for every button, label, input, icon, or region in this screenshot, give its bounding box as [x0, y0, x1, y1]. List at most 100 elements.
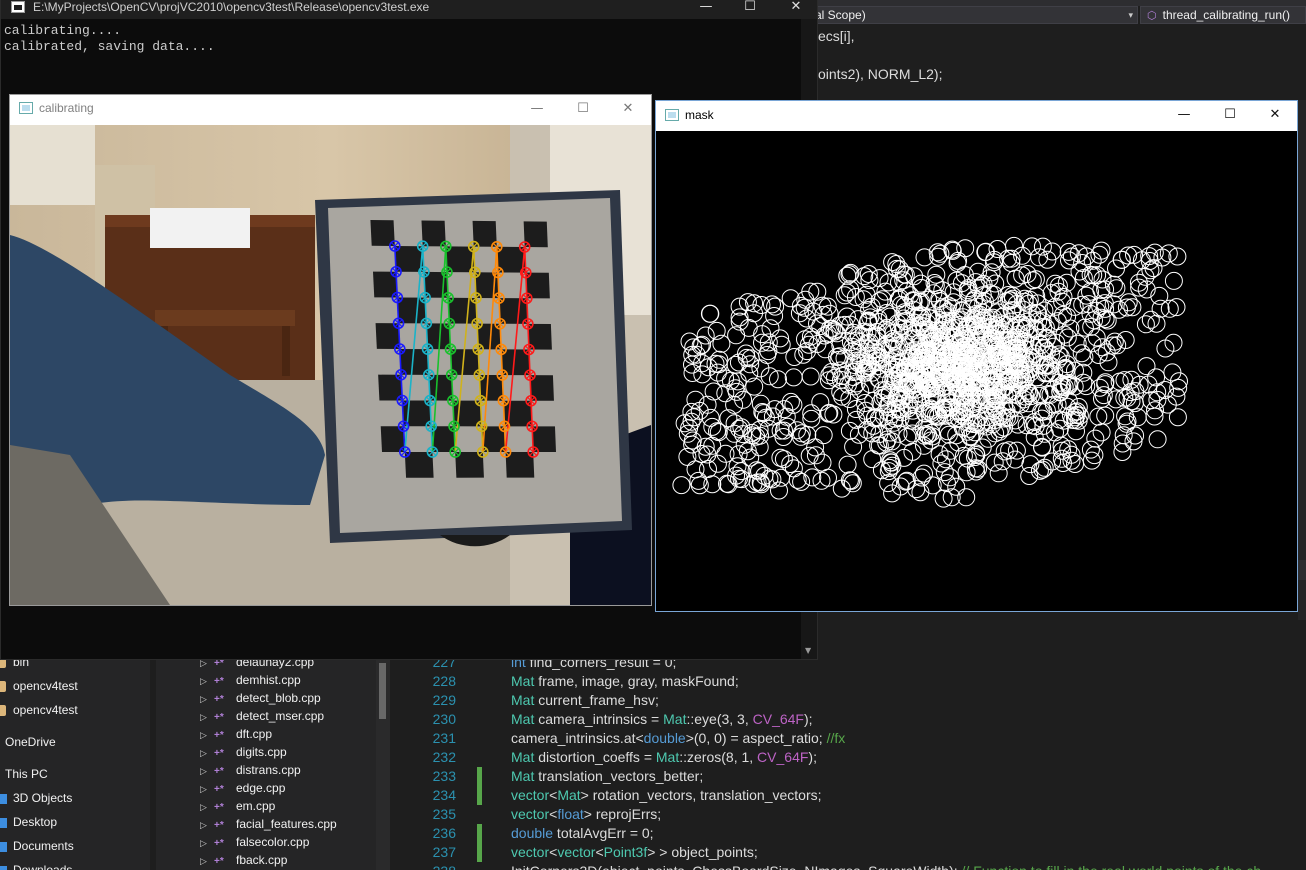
line-number: 238: [416, 862, 456, 870]
change-marker: [477, 691, 482, 710]
nav-item[interactable]: opencv4test: [0, 674, 78, 698]
code-line[interactable]: 230 Mat camera_intrinsics = Mat::eye(3, 3…: [416, 710, 1306, 729]
tree-item-label: detect_mser.cpp: [236, 709, 325, 723]
tree-item-file[interactable]: ▷ +* facial_features.cpp: [200, 815, 337, 833]
chevron-right-icon[interactable]: ▷: [200, 816, 214, 834]
folder-icon: [0, 705, 6, 717]
tree-item-file[interactable]: ▷ +* fback.cpp: [200, 851, 287, 869]
mask-window-title: mask: [685, 108, 714, 122]
maximize-button[interactable]: ☐: [560, 99, 606, 121]
scope-dropdown-value: al Scope): [815, 8, 866, 22]
line-number: 234: [432, 787, 456, 803]
change-marker: [477, 748, 482, 767]
code-line[interactable]: 232 Mat distortion_coeffs = Mat::zeros(8,…: [416, 748, 1306, 767]
code-text: vector<float> reprojErrs;: [511, 806, 662, 822]
nav-item[interactable]: 3D Objects: [0, 786, 72, 810]
computer-folder-icon: [0, 793, 7, 804]
change-marker: [477, 710, 482, 729]
code-text: vector<vector<Point3f> > object_points;: [511, 844, 758, 860]
tree-item-file[interactable]: ▷ +* demhist.cpp: [200, 671, 301, 689]
nav-item[interactable]: Desktop: [0, 810, 57, 834]
scrollbar-thumb[interactable]: [379, 663, 386, 719]
calibrating-window-title: calibrating: [39, 101, 94, 115]
tree-item-file[interactable]: ▷ +* falsecolor.cpp: [200, 833, 309, 851]
close-button[interactable]: ✕: [1252, 105, 1298, 127]
chevron-right-icon[interactable]: ▷: [200, 690, 214, 708]
nav-item-label: OneDrive: [5, 735, 56, 749]
line-number: 237: [432, 844, 456, 860]
code-line[interactable]: 236 double totalAvgErr = 0;: [416, 824, 1306, 843]
calibrating-title-bar[interactable]: calibrating — ☐ ✕: [10, 95, 651, 125]
minimize-button[interactable]: —: [514, 99, 560, 121]
nav-item-label: Downloads: [13, 863, 73, 870]
nav-item-label: Documents: [13, 839, 74, 853]
code-line[interactable]: 234 vector<Mat> rotation_vectors, transla…: [416, 786, 1306, 805]
line-number: 233: [432, 768, 456, 784]
line-number: 229: [432, 692, 456, 708]
nav-item-label: 3D Objects: [13, 791, 73, 805]
code-text: Mat camera_intrinsics = Mat::eye(3, 3, C…: [511, 711, 813, 727]
function-icon: ⬡: [1147, 10, 1157, 22]
tree-item-file[interactable]: ▷ +* em.cpp: [200, 797, 275, 815]
code-text: Mat distortion_coeffs = Mat::zeros(8, 1,…: [511, 749, 817, 765]
mask-window[interactable]: mask — ☐ ✕: [655, 100, 1298, 612]
computer-folder-icon: [0, 841, 7, 852]
code-line[interactable]: 229 Mat current_frame_hsv;: [416, 691, 1306, 710]
console-app-icon: [11, 1, 25, 13]
change-marker: [477, 786, 482, 805]
chevron-right-icon[interactable]: ▷: [200, 672, 214, 690]
code-line[interactable]: 237 vector<vector<Point3f> > object_point…: [416, 843, 1306, 862]
nav-item[interactable]: OneDrive: [0, 730, 56, 754]
chevron-right-icon[interactable]: ▷: [200, 708, 214, 726]
change-marker: [477, 843, 482, 862]
nav-item[interactable]: This PC: [0, 762, 48, 786]
chevron-right-icon[interactable]: ▷: [200, 798, 214, 816]
nav-item[interactable]: Downloads: [0, 858, 72, 870]
code-line[interactable]: 238 InitCorners3D(object_points, ChessBoa…: [416, 862, 1306, 870]
close-button[interactable]: ✕: [773, 0, 819, 19]
file-tree-scrollbar[interactable]: [376, 655, 390, 870]
function-dropdown[interactable]: ⬡ thread_calibrating_run(): [1140, 6, 1306, 24]
chevron-right-icon[interactable]: ▷: [200, 762, 214, 780]
close-button[interactable]: ✕: [605, 99, 651, 121]
editor-scrollbar[interactable]: [1298, 100, 1306, 620]
tree-item-file[interactable]: ▷ +* distrans.cpp: [200, 761, 301, 779]
tree-item-file[interactable]: ▷ +* detect_blob.cpp: [200, 689, 321, 707]
tree-item-label: detect_blob.cpp: [236, 691, 321, 705]
scroll-down-icon[interactable]: ▼: [805, 646, 811, 655]
chevron-right-icon[interactable]: ▷: [200, 744, 214, 762]
code-line[interactable]: 231 camera_intrinsics.at<double>(0, 0) = …: [416, 729, 1306, 748]
nav-item[interactable]: opencv4test: [0, 698, 78, 722]
tree-item-file[interactable]: ▷ +* detect_mser.cpp: [200, 707, 324, 725]
chevron-right-icon[interactable]: ▷: [200, 834, 214, 852]
code-line[interactable]: 235 vector<float> reprojErrs;: [416, 805, 1306, 824]
tree-item-label: demhist.cpp: [236, 673, 301, 687]
line-number: 235: [432, 806, 456, 822]
chevron-right-icon[interactable]: ▷: [200, 780, 214, 798]
change-marker: [477, 824, 482, 843]
tree-item-file[interactable]: ▷ +* digits.cpp: [200, 743, 287, 761]
maximize-button[interactable]: ☐: [727, 0, 773, 19]
tree-item-file[interactable]: ▷ +* edge.cpp: [200, 779, 285, 797]
code-line[interactable]: 228 Mat frame, image, gray, maskFound;: [416, 672, 1306, 691]
folder-icon: [0, 681, 6, 693]
nav-item[interactable]: Documents: [0, 834, 74, 858]
sheet-music: [150, 208, 250, 248]
code-text: ecs[i],: [818, 28, 855, 44]
desktop: { "console": { "title": "E:\\MyProjects\…: [0, 0, 1306, 870]
bench-leg: [282, 326, 290, 376]
minimize-button[interactable]: —: [1161, 105, 1207, 127]
tree-item-file[interactable]: ▷ +* dft.cpp: [200, 725, 272, 743]
mask-title-bar[interactable]: mask — ☐ ✕: [656, 101, 1297, 131]
console-title-bar[interactable]: E:\MyProjects\OpenCV\projVC2010\opencv3t…: [1, 0, 817, 19]
code-line[interactable]: 233 Mat translation_vectors_better;: [416, 767, 1306, 786]
calibrating-window[interactable]: calibrating — ☐ ✕: [9, 94, 652, 606]
change-marker: [477, 862, 482, 870]
editor-gutter-margin: [390, 655, 416, 870]
chevron-right-icon[interactable]: ▷: [200, 852, 214, 870]
scope-dropdown[interactable]: al Scope) ▾: [810, 6, 1138, 24]
tree-item-label: digits.cpp: [236, 745, 287, 759]
maximize-button[interactable]: ☐: [1207, 105, 1253, 127]
chevron-right-icon[interactable]: ▷: [200, 726, 214, 744]
minimize-button[interactable]: —: [683, 0, 729, 19]
